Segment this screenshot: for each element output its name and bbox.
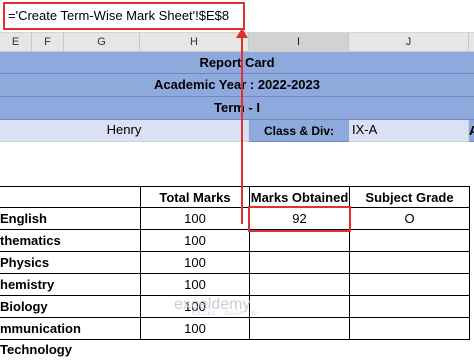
report-title: Report Card <box>0 52 474 74</box>
column-header-f[interactable]: F <box>32 33 64 52</box>
arrow-up-icon <box>236 28 248 38</box>
subject-cell[interactable]: mmunication Technology <box>0 317 141 357</box>
subject-grade-cell[interactable] <box>349 317 470 340</box>
academic-year: Academic Year : 2022-2023 <box>0 74 474 97</box>
watermark-logo: exceldemy EXCEL · DATA · BI <box>174 296 260 317</box>
column-header-g[interactable]: G <box>64 33 140 52</box>
marks-obtained-cell[interactable] <box>249 229 350 252</box>
subject-grade-header[interactable]: Subject Grade <box>349 186 470 208</box>
marks-obtained-cell[interactable] <box>249 251 350 274</box>
column-header-k[interactable] <box>469 33 474 52</box>
column-header-i[interactable]: I <box>249 33 349 52</box>
total-marks-cell[interactable]: 100 <box>140 317 250 340</box>
subject-grade-cell[interactable] <box>349 251 470 274</box>
subject-grade-cell[interactable]: O <box>349 207 470 230</box>
subject-grade-cell[interactable] <box>349 295 470 318</box>
subject-grade-cell[interactable] <box>349 273 470 296</box>
subject-grade-cell[interactable] <box>349 229 470 252</box>
selected-cell-highlight <box>248 206 351 232</box>
marks-obtained-cell[interactable] <box>249 273 350 296</box>
marks-obtained-cell[interactable] <box>249 295 350 318</box>
total-marks-cell[interactable]: 100 <box>140 229 250 252</box>
total-marks-cell[interactable]: 100 <box>140 207 250 230</box>
column-header-h[interactable]: H <box>140 33 249 52</box>
column-header-e[interactable]: E <box>0 33 32 52</box>
class-div-label: Class & Div: <box>249 120 349 142</box>
marks-obtained-header[interactable]: Marks Obtained <box>249 186 350 208</box>
marks-obtained-cell[interactable] <box>249 317 350 340</box>
subject-cell[interactable]: thematics <box>0 229 141 252</box>
reference-arrow-line <box>241 34 243 224</box>
student-name[interactable]: Henry <box>0 120 249 142</box>
subject-cell[interactable]: English <box>0 207 141 230</box>
formula-input[interactable]: ='Create Term-Wise Mark Sheet'!$E$8 <box>3 2 245 30</box>
subject-cell[interactable]: Biology <box>0 295 141 318</box>
blank-rows <box>0 142 474 186</box>
class-div-value[interactable]: IX-A <box>349 120 469 142</box>
subject-cell[interactable]: hemistry <box>0 273 141 296</box>
subject-cell[interactable]: Physics <box>0 251 141 274</box>
total-marks-header[interactable]: Total Marks <box>140 186 250 208</box>
term-label: Term - I <box>0 97 474 120</box>
total-marks-cell[interactable]: 100 <box>140 251 250 274</box>
next-label-fragment: A <box>469 120 474 142</box>
subject-header-cell[interactable] <box>0 186 140 208</box>
column-header-j[interactable]: J <box>349 33 469 52</box>
total-marks-cell[interactable]: 100 <box>140 273 250 296</box>
